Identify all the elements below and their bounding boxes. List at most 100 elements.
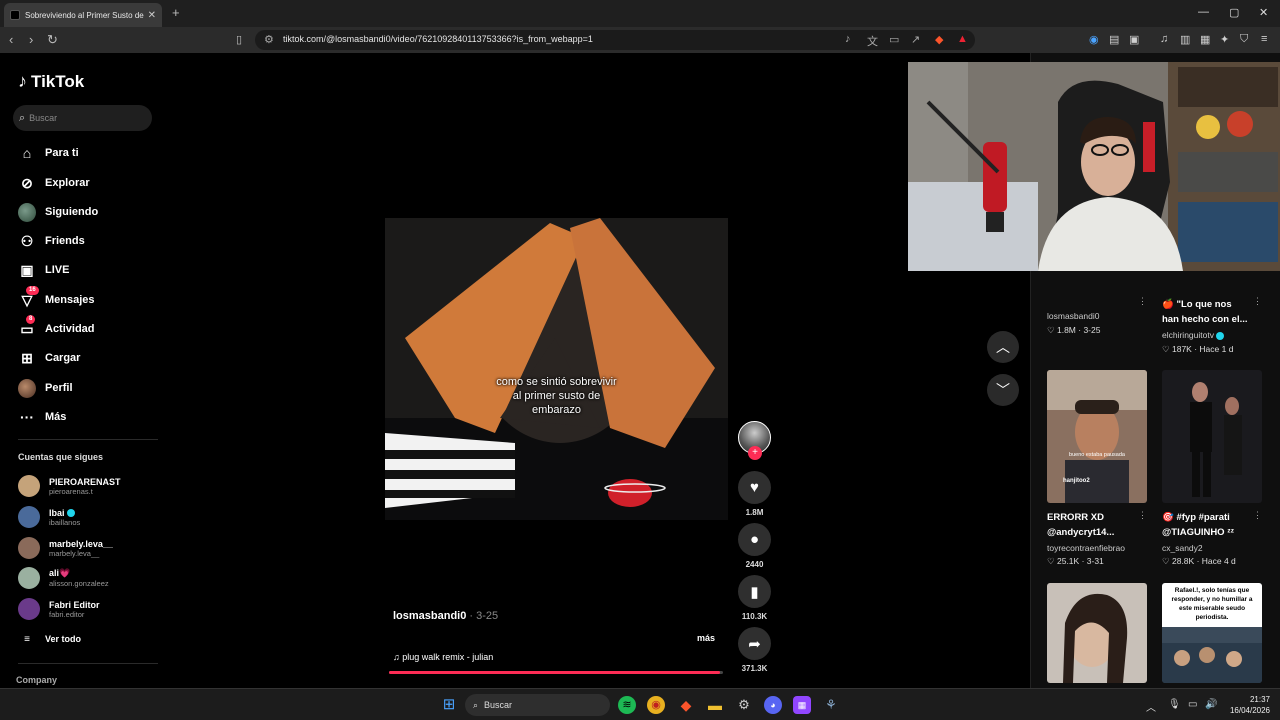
chevron-down-icon: ﹀ (996, 382, 1010, 398)
video-author-info[interactable]: losmasbandi0 · 3-25 (393, 610, 498, 622)
minimize-button[interactable]: — (1198, 6, 1209, 18)
card-title[interactable]: ERRORR XD @andycryt14... (1047, 510, 1114, 540)
company-link[interactable]: Company (16, 675, 57, 685)
spotify-icon[interactable]: ≋ (618, 696, 636, 714)
card-title[interactable]: 🍎 "Lo que nos han hecho con el... (1162, 297, 1248, 327)
nav-cargar[interactable]: ⊞ Cargar (18, 348, 80, 368)
card-author[interactable]: cx_sandy2 (1162, 543, 1203, 553)
more-description-button[interactable]: más (697, 633, 715, 643)
address-bar[interactable]: ⚙ tiktok.com/@losmasbandi0/video/7621092… (255, 30, 975, 50)
like-action[interactable]: ♥ 1.8M (738, 471, 771, 517)
microphone-icon[interactable]: 🎙 (1168, 699, 1181, 710)
leo-ai-icon[interactable]: ✦ (1220, 33, 1229, 46)
taskbar-search[interactable]: ⌕ Buscar (465, 694, 610, 716)
app-grid-icon[interactable]: ▦ (793, 696, 811, 714)
nav-para-ti[interactable]: ⌂ Para ti (18, 143, 79, 163)
browser-tab[interactable]: Sobreviviendo al Primer Susto de ✕ (4, 3, 162, 27)
video-thumbnail[interactable]: bueno estaba pausada hanjitoo2 (1047, 370, 1147, 503)
cast-icon[interactable]: ▭ (889, 33, 899, 46)
video-thumbnail[interactable]: Rafael.!, solo tenías que responder, y n… (1162, 583, 1262, 683)
search-placeholder: Buscar (29, 113, 58, 123)
nav-friends[interactable]: ⚇ Friends (18, 231, 85, 251)
reload-icon[interactable]: ↻ (47, 32, 58, 48)
nav-actividad[interactable]: ▭ 8 Actividad (18, 315, 95, 339)
bookmark-icon[interactable]: ▯ (236, 33, 242, 46)
following-account[interactable]: PIEROARENAST pieroarenas.t (18, 475, 121, 497)
system-clock[interactable]: 21:37 16/04/2026 (1222, 694, 1270, 716)
share-icon[interactable]: ➦ (738, 627, 771, 660)
chrome-icon[interactable]: ◉ (647, 696, 665, 714)
reader-icon[interactable]: ▤ (1109, 33, 1119, 46)
nav-mensajes[interactable]: ▽ 16 Mensajes (18, 286, 95, 310)
file-explorer-icon[interactable]: ▬ (706, 696, 724, 714)
new-tab-button[interactable]: + (172, 5, 180, 20)
site-info-icon[interactable]: ⚙ (264, 33, 274, 46)
follow-plus-button[interactable]: + (748, 446, 762, 460)
menu-icon[interactable]: ≡ (1261, 33, 1267, 45)
avatar (18, 475, 40, 497)
card-author[interactable]: toyrecontraenfiebrao (1047, 543, 1125, 553)
network-icon[interactable]: ▭ (1188, 699, 1197, 710)
wallet-icon[interactable]: ▦ (1200, 33, 1210, 46)
nav-perfil[interactable]: Perfil (18, 378, 73, 398)
audio-icon[interactable]: ◉ (1089, 33, 1099, 46)
maximize-button[interactable]: ▢ (1229, 6, 1239, 19)
vpn-icon[interactable]: ⛉ (1240, 33, 1248, 46)
card-more-icon[interactable]: ⋮ (1253, 510, 1262, 521)
video-player[interactable]: como se sintió sobrevivir al primer sust… (385, 218, 728, 520)
following-account[interactable]: Ibai ibaillanos (18, 506, 80, 528)
account-name: PIEROARENAST (49, 476, 121, 487)
video-progress-bar[interactable] (389, 671, 723, 674)
nav-label: LIVE (45, 264, 70, 276)
music-link[interactable]: ♫ plug walk remix - julian (393, 652, 493, 662)
tray-overflow-icon[interactable]: ︿ (1146, 699, 1156, 714)
nav-mas[interactable]: ··· Más (18, 407, 66, 427)
volume-icon[interactable]: 🔊 (1205, 699, 1217, 710)
card-more-icon[interactable]: ⋮ (1138, 296, 1147, 307)
nav-siguiendo[interactable]: Siguiendo (18, 202, 98, 222)
card-more-icon[interactable]: ⋮ (1138, 510, 1147, 521)
nav-label: Friends (45, 235, 85, 247)
video-author[interactable]: losmasbandi0 (393, 610, 466, 622)
tab-close-icon[interactable]: ✕ (148, 10, 156, 21)
tiktok-logo[interactable]: ♪ TikTok (18, 71, 84, 92)
following-account[interactable]: Fabri Editor fabri.editor (18, 598, 100, 620)
nav-explorar[interactable]: ⊘ Explorar (18, 173, 90, 193)
bookmark-icon[interactable]: ▮ (738, 575, 771, 608)
card-title[interactable]: 🎯 #fyp #parati @TIAGUINHO ᶻᶻ (1162, 510, 1234, 540)
video-thumbnail[interactable] (1047, 583, 1147, 683)
windows-start-icon[interactable]: ⊞ (440, 696, 458, 714)
share-icon[interactable]: ↗ (911, 33, 920, 46)
screenshot-icon[interactable]: ▣ (1129, 33, 1139, 46)
forward-icon[interactable]: › (29, 32, 33, 47)
discord-icon[interactable]: ◕ (764, 696, 782, 714)
back-icon[interactable]: ‹ (9, 32, 13, 47)
translate-icon[interactable]: 文 (867, 33, 878, 49)
next-video-button[interactable]: ﹀ (987, 374, 1019, 406)
steam-icon[interactable]: ⚘ (822, 696, 840, 714)
settings-icon[interactable]: ⚙ (735, 696, 753, 714)
video-thumbnail[interactable] (1162, 370, 1262, 503)
card-author[interactable]: elchiringuitotv (1162, 330, 1224, 340)
see-all-link[interactable]: ≡ Ver todo (18, 629, 81, 649)
save-action[interactable]: ▮ 110.3K (738, 575, 771, 621)
card-more-icon[interactable]: ⋮ (1253, 296, 1262, 307)
brave-icon[interactable]: ◆ (677, 696, 695, 714)
following-account[interactable]: ali💗 alisson.gonzaleez (18, 567, 109, 589)
sidebar-icon[interactable]: ▥ (1180, 33, 1190, 46)
comment-action[interactable]: ● 2440 (738, 523, 771, 569)
previous-video-button[interactable]: ︿ (987, 331, 1019, 363)
nav-live[interactable]: ▣ LIVE (18, 260, 69, 280)
music-icon[interactable]: ♫ (1160, 33, 1168, 45)
close-window-button[interactable]: ✕ (1259, 6, 1268, 19)
brave-shield-icon[interactable]: ◆ (935, 33, 943, 46)
card-author[interactable]: losmasbandi0 (1047, 311, 1099, 321)
mute-icon[interactable]: ♪ (845, 33, 851, 45)
comment-icon[interactable]: ● (738, 523, 771, 556)
brave-rewards-icon[interactable]: ▲ (957, 33, 968, 45)
heart-icon[interactable]: ♥ (738, 471, 771, 504)
following-account[interactable]: marbely.leva__ marbely.leva__ (18, 537, 113, 559)
share-action[interactable]: ➦ 371.3K (738, 627, 771, 673)
url-text[interactable]: tiktok.com/@losmasbandi0/video/762109284… (283, 34, 593, 44)
search-input[interactable]: ⌕ Buscar (13, 105, 152, 131)
